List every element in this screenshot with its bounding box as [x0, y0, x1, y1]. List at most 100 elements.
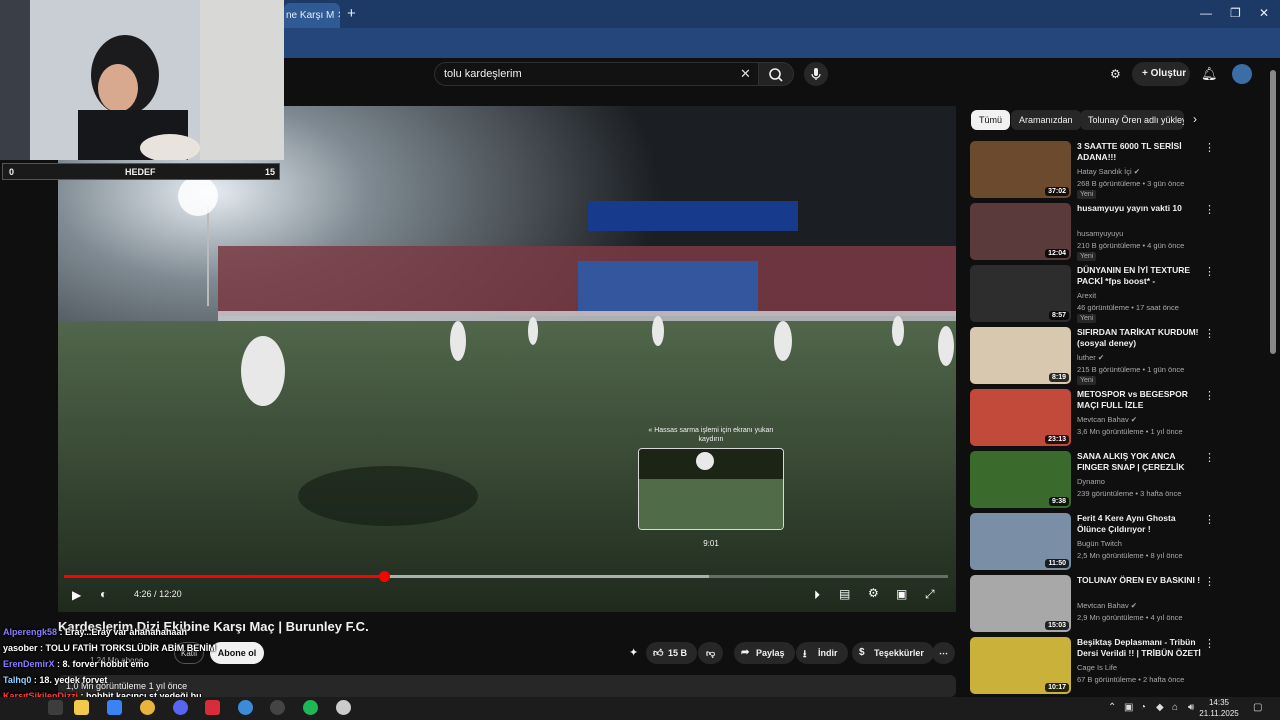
recommendation-channel[interactable]: Mevtcan Bahav ✔ [1077, 415, 1137, 424]
subscribe-button[interactable]: Abone ol [210, 642, 264, 664]
notifications-bell-icon[interactable]: 🔔︎ [1201, 66, 1218, 82]
recommendation-title[interactable]: SANA ALKIŞ YOK ANCA FINGER SNAP | ÇEREZL… [1077, 451, 1203, 473]
settings-gear-icon[interactable]: ⚙ [868, 586, 879, 600]
recommendation-item[interactable]: 10:17 Beşiktaş Deplasmanı - Tribün Dersi … [970, 637, 1272, 697]
more-options-icon[interactable]: ⋮ [1204, 451, 1215, 464]
recommendation-channel[interactable]: luther ✔ [1077, 353, 1104, 362]
thanks-button[interactable]: $ Teşekkürler [852, 642, 934, 664]
video-thumbnail[interactable]: 11:50 [970, 513, 1071, 570]
maximize-button[interactable]: ❐ [1230, 6, 1241, 20]
more-options-icon[interactable]: ⋮ [1204, 203, 1215, 216]
video-thumbnail[interactable]: 8:19 [970, 327, 1071, 384]
recommendation-channel[interactable]: husamyuyuyu [1077, 229, 1123, 238]
chip-from-search[interactable]: Aramanızdan [1011, 110, 1081, 130]
video-thumbnail[interactable]: 15:03 [970, 575, 1071, 632]
recommendation-title[interactable]: 3 SAATTE 6000 TL SERİSİ ADANA!!! [1077, 141, 1203, 163]
download-button[interactable]: ⭳ İndir [796, 642, 848, 664]
page-scrollbar[interactable] [1270, 70, 1276, 354]
voice-search-button[interactable] [804, 62, 828, 86]
recommendation-channel[interactable]: Cage Is Life [1077, 663, 1117, 672]
recommendation-title[interactable]: husamyuyu yayın vakti 10 [1077, 203, 1203, 214]
create-button[interactable]: + Oluştur [1132, 62, 1190, 86]
recommendation-item[interactable]: 37:02 3 SAATTE 6000 TL SERİSİ ADANA!!! Hat… [970, 141, 1272, 201]
recommendation-item[interactable]: 8:57 DÜNYANIN EN İYİ TEXTURE PACKİ *fps b… [970, 265, 1272, 325]
video-thumbnail[interactable]: 9:38 [970, 451, 1071, 508]
fullscreen-icon[interactable]: ⤢ [925, 587, 935, 602]
volume-icon[interactable]: ◐ [100, 587, 107, 601]
recommendation-channel[interactable]: Bugün Twitch [1077, 539, 1122, 548]
video-thumbnail[interactable]: 23:13 [970, 389, 1071, 446]
browser-tab[interactable]: ne Karşı M ✕ [284, 3, 340, 28]
recommendation-title[interactable]: SIFIRDAN TARİKAT KURDUM! (sosyal deney) [1077, 327, 1203, 349]
file-explorer-icon[interactable] [74, 700, 89, 715]
dislike-button[interactable]: 👎︎ [698, 642, 724, 664]
edge-icon[interactable] [107, 700, 122, 715]
more-options-icon[interactable]: ⋮ [1204, 389, 1215, 402]
recommendation-item[interactable]: 8:19 SIFIRDAN TARİKAT KURDUM! (sosyal den… [970, 327, 1272, 387]
recommendation-channel[interactable]: Arexit [1077, 291, 1096, 300]
video-thumbnail[interactable]: 10:17 [970, 637, 1071, 694]
close-window-button[interactable]: ✕ [1259, 6, 1269, 20]
recommendation-title[interactable]: Ferit 4 Kere Aynı Ghosta Ölünce Çıldırıy… [1077, 513, 1203, 535]
recommendation-title[interactable]: METOSPOR vs BEGESPOR MAÇI FULL İZLE [1077, 389, 1203, 411]
tray-icon[interactable]: ◔ [1140, 702, 1146, 713]
close-tab-icon[interactable]: ✕ [337, 10, 340, 21]
recommendation-title[interactable]: TOLUNAY ÖREN EV BASKINI ! [1077, 575, 1203, 586]
chrome-icon[interactable] [140, 700, 155, 715]
chip-uploader[interactable]: Tolunay Ören adlı yükley [1080, 110, 1184, 130]
app-icon[interactable] [336, 700, 351, 715]
more-options-icon[interactable]: ⋮ [1204, 141, 1215, 154]
progress-scrubber[interactable] [379, 571, 390, 582]
app-icon[interactable] [205, 700, 220, 715]
autoplay-toggle-icon[interactable]: ⏵ [814, 588, 820, 603]
notification-icon[interactable]: ▢ [1253, 702, 1262, 713]
ai-sparkle-icon[interactable]: ✦ [629, 646, 638, 659]
speaker-icon[interactable]: 🔊︎ [1188, 702, 1194, 713]
more-options-icon[interactable]: ⋮ [1204, 265, 1215, 278]
discord-icon[interactable] [173, 700, 188, 715]
video-thumbnail[interactable]: 37:02 [970, 141, 1071, 198]
tray-chevron-icon[interactable]: ⌃ [1108, 702, 1116, 713]
recommendation-title[interactable]: Beşiktaş Deplasmanı - Tribün Dersi Veril… [1077, 637, 1203, 659]
like-button[interactable]: 👍︎ 15 B [646, 642, 698, 664]
recommendation-item[interactable]: 9:38 SANA ALKIŞ YOK ANCA FINGER SNAP | ÇE… [970, 451, 1272, 511]
recommendation-item[interactable]: 11:50 Ferit 4 Kere Aynı Ghosta Ölünce Çıl… [970, 513, 1272, 573]
more-options-icon[interactable]: ⋮ [1204, 575, 1215, 588]
clear-search-icon[interactable]: ✕ [740, 66, 751, 82]
more-actions-button[interactable]: ⋯ [932, 642, 955, 664]
new-tab-button[interactable]: + [347, 5, 356, 22]
more-options-icon[interactable]: ⋮ [1204, 513, 1215, 526]
recommendation-channel[interactable]: Hatay Sandık İçi ✔ [1077, 167, 1140, 176]
more-options-icon[interactable]: ⋮ [1204, 327, 1215, 340]
recommendation-channel[interactable]: Dynamo [1077, 477, 1105, 486]
video-player[interactable] [58, 106, 956, 612]
chevron-right-icon[interactable]: › [1193, 112, 1197, 126]
more-options-icon[interactable]: ⋮ [1204, 637, 1215, 650]
tray-icon[interactable]: ◆ [1156, 702, 1164, 713]
spotify-icon[interactable] [303, 700, 318, 715]
chip-all[interactable]: Tümü [971, 110, 1011, 130]
video-thumbnail[interactable]: 8:57 [970, 265, 1071, 322]
recommendation-meta: 2,9 Mn görüntüleme • 4 yıl önce [1077, 613, 1183, 622]
taskbar-clock[interactable]: 14:35 21.11.2025 [1198, 697, 1240, 719]
share-button[interactable]: ➦ Paylaş [734, 642, 795, 664]
account-avatar[interactable] [1232, 64, 1252, 84]
tray-icon[interactable]: ▣ [1124, 702, 1133, 713]
windows-start-icon[interactable] [48, 700, 63, 715]
cast-icon[interactable]: ⚙ [1110, 67, 1121, 81]
search-button[interactable] [758, 62, 794, 86]
chrome-profile-icon[interactable] [238, 700, 253, 715]
obs-icon[interactable] [270, 700, 285, 715]
recommendation-item[interactable]: 12:04 husamyuyu yayın vakti 10 husamyuyuyu… [970, 203, 1272, 263]
recommendation-title[interactable]: DÜNYANIN EN İYİ TEXTURE PACKİ *fps boost… [1077, 265, 1203, 287]
subtitles-icon[interactable]: ▤ [839, 587, 850, 601]
miniplayer-icon[interactable]: ▣ [896, 587, 907, 601]
minimize-button[interactable]: — [1200, 6, 1212, 20]
recommendation-item[interactable]: 15:03 TOLUNAY ÖREN EV BASKINI ! Mevtcan Ba… [970, 575, 1272, 635]
recommendation-channel[interactable]: Mevtcan Bahav ✔ [1077, 601, 1137, 610]
search-query[interactable]: tolu kardeşlerim [444, 68, 522, 80]
network-icon[interactable]: ⌂ [1172, 702, 1178, 713]
recommendation-item[interactable]: 23:13 METOSPOR vs BEGESPOR MAÇI FULL İZLE… [970, 389, 1272, 449]
video-thumbnail[interactable]: 12:04 [970, 203, 1071, 260]
play-icon[interactable]: ▶ [72, 588, 81, 602]
